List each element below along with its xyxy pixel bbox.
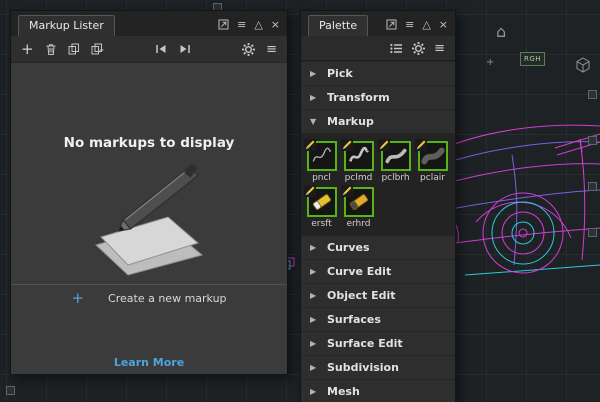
collapse-icon[interactable]: △ <box>254 18 262 31</box>
palette-title-tab[interactable]: Palette <box>308 15 369 36</box>
chevron-down-icon: ▼ <box>310 117 317 126</box>
section-transform[interactable]: ▶ Transform <box>301 86 455 109</box>
menu-icon[interactable]: ≡ <box>405 18 414 31</box>
duplicate-markup-icon[interactable] <box>91 43 104 55</box>
chevron-right-icon: ▶ <box>310 363 317 372</box>
palette-titlebar: Palette ≡ △ × <box>301 11 455 36</box>
tool-pencil-airbrush[interactable]: pclair <box>414 139 451 183</box>
bottom-edge-button[interactable] <box>6 386 15 395</box>
pen-and-paper-illustration <box>95 163 204 276</box>
last-markup-icon[interactable] <box>179 44 191 54</box>
section-markup[interactable]: ▼ Markup <box>301 110 455 133</box>
palette-toolbar: ≡ <box>301 36 455 61</box>
markup-lister-toolbar: + ≡ <box>11 36 287 63</box>
dock-icon[interactable] <box>386 19 397 30</box>
create-markup-button[interactable]: + Create a new markup <box>11 284 287 311</box>
pencil-badge-icon <box>303 185 316 197</box>
pencil-badge-icon <box>340 139 353 151</box>
pencil-badge-icon <box>340 185 353 197</box>
chevron-right-icon: ▶ <box>310 291 317 300</box>
panel-edge-button-2[interactable] <box>588 136 597 145</box>
pencil-badge-icon <box>303 139 316 151</box>
pencil-badge-icon <box>414 139 427 151</box>
markup-lister-content: No markups to display + Create a new mar… <box>11 63 287 376</box>
snap-icon[interactable]: + <box>486 58 494 68</box>
tool-pencil[interactable]: pncl <box>303 139 340 183</box>
viewport: ⌂ RGH + Markup Lister ≡ △ × + ≡ No marku… <box>0 0 600 402</box>
panel-menu-icon[interactable]: ≡ <box>266 42 277 57</box>
markup-lister-title-tab[interactable]: Markup Lister <box>18 15 115 36</box>
markup-lister-titlebar: Markup Lister ≡ △ × <box>11 11 287 36</box>
palette-panel: Palette ≡ △ × ≡ ▶ Pick ▶ Transform ▼ Mar… <box>300 10 456 402</box>
home-icon[interactable]: ⌂ <box>496 24 506 40</box>
section-surfaces[interactable]: ▶ Surfaces <box>301 308 455 331</box>
pencil-badge-icon <box>377 139 390 151</box>
chevron-right-icon: ▶ <box>310 267 317 276</box>
section-curves[interactable]: ▶ Curves <box>301 236 455 259</box>
chevron-right-icon: ▶ <box>310 93 317 102</box>
gear-icon[interactable] <box>242 42 256 56</box>
menu-icon[interactable]: ≡ <box>237 18 246 31</box>
section-object-edit[interactable]: ▶ Object Edit <box>301 284 455 307</box>
tool-pencil-medium[interactable]: pclmd <box>340 139 377 183</box>
copy-markup-icon[interactable] <box>68 43 80 55</box>
chevron-right-icon: ▶ <box>310 387 317 396</box>
panel-menu-icon[interactable]: ≡ <box>434 41 445 56</box>
empty-state-text: No markups to display <box>63 135 235 151</box>
chevron-right-icon: ▶ <box>310 243 317 252</box>
panel-edge-button-4[interactable] <box>588 228 597 237</box>
shading-mode-badge[interactable]: RGH <box>520 52 546 66</box>
chevron-right-icon: ▶ <box>310 339 317 348</box>
first-markup-icon[interactable] <box>155 44 167 54</box>
add-markup-icon[interactable]: + <box>21 40 34 58</box>
gear-icon[interactable] <box>412 41 426 55</box>
delete-markup-icon[interactable] <box>45 43 57 56</box>
dock-icon[interactable] <box>218 19 229 30</box>
panel-edge-button-3[interactable] <box>588 182 597 191</box>
learn-more-link[interactable]: Learn More <box>11 356 287 369</box>
tool-pencil-brush[interactable]: pclbrh <box>377 139 414 183</box>
panel-edge-button-1[interactable] <box>588 90 597 99</box>
tool-eraser-soft[interactable]: ersft <box>303 185 340 229</box>
close-icon[interactable]: × <box>271 18 280 31</box>
close-icon[interactable]: × <box>439 18 448 31</box>
create-markup-label: Create a new markup <box>108 291 227 305</box>
section-curve-edit[interactable]: ▶ Curve Edit <box>301 260 455 283</box>
markup-lister-panel: Markup Lister ≡ △ × + ≡ No markups to di… <box>10 10 288 375</box>
palette-sections: ▶ Pick ▶ Transform ▼ Markup pncl pclmd p… <box>301 61 455 402</box>
section-surface-edit[interactable]: ▶ Surface Edit <box>301 332 455 355</box>
cube-icon[interactable] <box>574 56 592 74</box>
collapse-icon[interactable]: △ <box>422 18 430 31</box>
section-pick[interactable]: ▶ Pick <box>301 62 455 85</box>
markup-tool-grid: pncl pclmd pclbrh pclair ersft erhrd <box>301 134 455 235</box>
section-mesh[interactable]: ▶ Mesh <box>301 380 455 402</box>
plus-icon: + <box>71 289 85 307</box>
chevron-right-icon: ▶ <box>310 315 317 324</box>
tool-eraser-hard[interactable]: erhrd <box>340 185 377 229</box>
list-view-icon[interactable] <box>390 43 403 54</box>
chevron-right-icon: ▶ <box>310 69 317 78</box>
section-subdivision[interactable]: ▶ Subdivision <box>301 356 455 379</box>
